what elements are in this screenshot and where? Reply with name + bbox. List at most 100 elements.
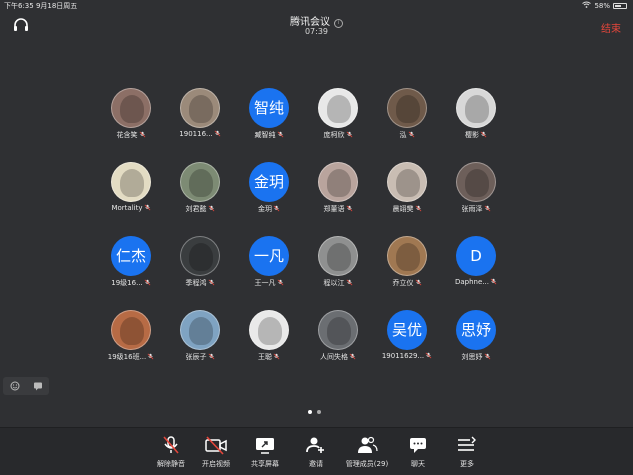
participant-tile[interactable]: 张雨泽 xyxy=(441,162,511,214)
participant-name: 刘君懿 xyxy=(165,204,235,214)
participant-tile[interactable]: 仁杰 19级16... xyxy=(96,236,166,288)
avatar-initials: 吴优 xyxy=(391,321,422,339)
end-meeting-button[interactable]: 结束 xyxy=(601,20,621,35)
page-dot[interactable] xyxy=(308,410,312,414)
participant-name: 张辰子 xyxy=(165,352,235,362)
participant-tile[interactable]: 思妤 刘思妤 xyxy=(441,310,511,362)
avatar xyxy=(318,310,358,350)
participant-tile[interactable]: 吴优 19011629... xyxy=(372,310,442,360)
mic-muted-small-icon xyxy=(147,353,154,360)
toolbar-button-chat[interactable]: 聊天 xyxy=(391,435,445,469)
mic-muted-small-icon xyxy=(144,204,150,211)
meeting-header: 腾讯会议 i 07:39 结束 xyxy=(0,12,633,40)
avatar xyxy=(249,310,289,350)
participant-name: 人间失格 xyxy=(303,352,373,362)
avatar: 智纯 xyxy=(249,88,289,128)
avatar-photo xyxy=(327,243,351,271)
toolbar-button-more[interactable]: 更多 xyxy=(440,435,494,469)
invite-icon xyxy=(289,435,343,455)
avatar-photo xyxy=(396,243,420,271)
participant-tile[interactable]: 季程鸿 xyxy=(165,236,235,288)
avatar xyxy=(387,236,427,276)
avatar-photo xyxy=(189,317,213,345)
toolbar-button-members[interactable]: 管理成员(29) xyxy=(340,435,394,469)
participant-name: 王聪 xyxy=(234,352,304,362)
participant-name: Mortality xyxy=(96,204,166,212)
avatar-photo xyxy=(465,95,489,123)
avatar xyxy=(456,88,496,128)
toolbar-label: 聊天 xyxy=(411,460,425,468)
avatar xyxy=(180,236,220,276)
mic-muted-small-icon xyxy=(484,353,490,360)
toolbar-label: 共享屏幕 xyxy=(251,460,279,468)
participant-name: 19级16... xyxy=(96,278,166,288)
participant-tile[interactable]: 程以江 xyxy=(303,236,373,288)
participant-tile[interactable]: 樱影 xyxy=(441,88,511,140)
participant-tile[interactable]: 庞柯欣 xyxy=(303,88,373,140)
share-screen-icon xyxy=(238,435,292,455)
avatar-photo xyxy=(120,317,144,345)
participant-tile[interactable]: 一凡 王一凡 xyxy=(234,236,304,288)
message-icon[interactable] xyxy=(33,381,43,391)
avatar xyxy=(318,236,358,276)
participant-tile[interactable]: Mortality xyxy=(96,162,166,212)
emoji-icon[interactable] xyxy=(10,381,20,391)
mic-muted-small-icon xyxy=(208,279,214,286)
participant-tile[interactable]: D Daphne... xyxy=(441,236,511,286)
wifi-icon xyxy=(582,1,592,10)
toolbar-button-video-off[interactable]: 开启视频 xyxy=(189,435,243,469)
participant-tile[interactable]: 人间失格 xyxy=(303,310,373,362)
toolbar-button-share-screen[interactable]: 共享屏幕 xyxy=(238,435,292,469)
participant-tile[interactable]: 刘君懿 xyxy=(165,162,235,214)
avatar-initials: 一凡 xyxy=(253,247,284,265)
meeting-title[interactable]: 腾讯会议 i xyxy=(0,13,633,28)
toolbar-label: 管理成员(29) xyxy=(345,460,389,468)
avatar xyxy=(387,162,427,202)
avatar-photo xyxy=(189,169,213,197)
mic-muted-small-icon xyxy=(144,279,151,286)
participant-name: 郑董语 xyxy=(303,204,373,214)
participant-tile[interactable]: 乔立仪 xyxy=(372,236,442,288)
mic-muted-small-icon xyxy=(415,205,421,212)
page-dot[interactable] xyxy=(317,410,321,414)
participant-name: 庞柯欣 xyxy=(303,130,373,140)
avatar xyxy=(180,310,220,350)
mic-muted-small-icon xyxy=(408,131,414,138)
meeting-duration: 07:39 xyxy=(304,27,329,36)
members-icon xyxy=(340,435,394,455)
participant-name: 樱影 xyxy=(441,130,511,140)
participant-tile[interactable]: 晨翊樊 xyxy=(372,162,442,214)
participant-name: 程以江 xyxy=(303,278,373,288)
avatar-photo xyxy=(189,95,213,123)
participant-tile[interactable]: 张辰子 xyxy=(165,310,235,362)
avatar-photo xyxy=(327,317,351,345)
video-off-icon xyxy=(189,435,243,455)
participant-name: 19级16班... xyxy=(96,352,166,362)
page-indicator[interactable] xyxy=(308,410,321,414)
avatar: 一凡 xyxy=(249,236,289,276)
avatar-photo xyxy=(396,95,420,123)
avatar-photo xyxy=(189,243,213,271)
participant-tile[interactable]: 智纯 臧智纯 xyxy=(234,88,304,140)
mic-muted-small-icon xyxy=(346,279,352,286)
toolbar-label: 开启视频 xyxy=(202,460,230,468)
avatar xyxy=(111,310,151,350)
status-time-date: 下午6:35 9月18日周五 xyxy=(4,2,78,10)
participant-tile[interactable]: 泓 xyxy=(372,88,442,140)
participant-tile[interactable]: 金玥 金玥 xyxy=(234,162,304,214)
meeting-toolbar: 解除静音 开启视频 共享屏幕 邀请 管理成员(29) 聊天 更多 xyxy=(0,427,633,475)
participant-name: 泓 xyxy=(372,130,442,140)
toolbar-button-invite[interactable]: 邀请 xyxy=(289,435,343,469)
participant-tile[interactable]: 花含笑 xyxy=(96,88,166,140)
participant-tile[interactable]: 190116... xyxy=(165,88,235,138)
battery-icon xyxy=(613,2,627,9)
mic-muted-small-icon xyxy=(349,353,356,360)
participant-tile[interactable]: 王聪 xyxy=(234,310,304,362)
avatar: 金玥 xyxy=(249,162,289,202)
participant-name: 刘思妤 xyxy=(441,352,511,362)
avatar-initials: D xyxy=(470,247,482,265)
participant-tile[interactable]: 郑董语 xyxy=(303,162,373,214)
avatar-photo xyxy=(120,95,144,123)
participant-tile[interactable]: 19级16班... xyxy=(96,310,166,362)
mic-muted-small-icon xyxy=(480,131,487,138)
